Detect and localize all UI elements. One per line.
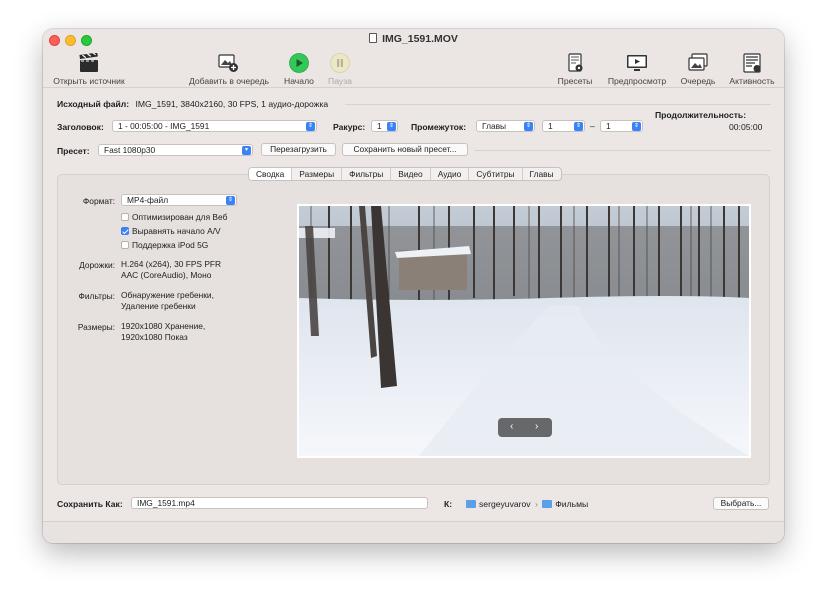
previous-frame-button[interactable]: ‹ [510, 421, 513, 432]
ipod-support-checkbox[interactable]: Поддержка iPod 5G [121, 240, 208, 250]
reload-preset-button[interactable]: Перезагрузить [261, 143, 336, 156]
tracks-value: H.264 (x264), 30 FPS PFR AAC (CoreAudio),… [121, 259, 222, 280]
preview-image: ‹ › [297, 204, 751, 458]
chevron-updown-icon: ⇕ [226, 196, 235, 205]
optimize-web-checkbox[interactable]: Оптимизирован для Веб [121, 212, 227, 222]
filters-value: Обнаружение гребенки, Удаление гребенки [121, 290, 214, 311]
save-new-preset-button[interactable]: Сохранить новый пресет... [342, 143, 468, 156]
source-label: Исходный файл: [57, 99, 130, 109]
pause-icon [329, 53, 351, 73]
titlebar: IMG_1591.MOV Открыть источник Добавить в… [43, 29, 784, 88]
start-button[interactable]: Начало [281, 53, 317, 86]
title-select[interactable]: 1 - 00:05:00 - IMG_1591 ⇕ [112, 120, 317, 132]
duration-value: 00:05:00 [729, 122, 763, 132]
divider [345, 104, 771, 105]
monitor-icon [626, 53, 648, 73]
range-type-select[interactable]: Главы ⇕ [476, 120, 535, 132]
document-icon [369, 33, 378, 43]
checkbox-box-checked [121, 227, 129, 235]
destination-path[interactable]: sergeyuvarov › Фильмы [466, 499, 588, 509]
tab-summary[interactable]: Сводка [249, 168, 293, 180]
divider [475, 150, 771, 151]
next-frame-button[interactable]: › [535, 421, 538, 432]
chevron-updown-icon: ⇕ [306, 122, 315, 131]
activity-log-icon [741, 53, 763, 73]
chevron-updown-icon: ⇕ [632, 122, 641, 131]
angle-select[interactable]: 1 ⇕ [371, 120, 398, 132]
chevron-updown-icon: ⇕ [574, 122, 583, 131]
checkbox-box [121, 213, 129, 221]
add-to-queue-icon [218, 53, 240, 73]
tab-bar: Сводка Размеры Фильтры Видео Аудио Субти… [248, 167, 562, 181]
queue-icon [687, 53, 709, 73]
tab-audio[interactable]: Аудио [431, 168, 470, 180]
destination-label: К: [444, 499, 453, 509]
range-start-select[interactable]: 1 ⇕ [542, 120, 585, 132]
format-label: Формат: [82, 196, 115, 206]
filters-label: Фильтры: [78, 291, 115, 301]
preview-button[interactable]: Предпросмотр [602, 53, 672, 86]
tab-subtitles[interactable]: Субтитры [469, 168, 523, 180]
checkbox-box [121, 241, 129, 249]
folder-icon [542, 500, 553, 508]
range-label: Промежуток: [411, 122, 467, 132]
status-bar [43, 521, 784, 543]
choose-button[interactable]: Выбрать... [713, 497, 769, 510]
preview-nav: ‹ › [498, 418, 552, 437]
range-end-select[interactable]: 1 ⇕ [600, 120, 643, 132]
pause-button[interactable]: Пауза [323, 53, 357, 86]
play-icon [288, 53, 310, 73]
tracks-label: Дорожки: [79, 260, 115, 270]
tab-chapters[interactable]: Главы [523, 168, 561, 180]
open-source-button[interactable]: Открыть источник [51, 51, 127, 86]
tab-dimensions[interactable]: Размеры [292, 168, 343, 180]
folder-icon [466, 500, 476, 508]
sizes-label: Размеры: [77, 322, 115, 332]
clapperboard-icon [78, 51, 100, 73]
presets-button[interactable]: Пресеты [553, 53, 597, 86]
save-as-label: Сохранить Как: [57, 499, 123, 509]
align-av-checkbox[interactable]: Выравнять начало A/V [121, 226, 221, 236]
filename-input[interactable]: IMG_1591.mp4 [131, 497, 428, 509]
app-window: IMG_1591.MOV Открыть источник Добавить в… [43, 29, 784, 543]
duration-label: Продолжительность: [655, 110, 747, 120]
tab-filters[interactable]: Фильтры [342, 168, 392, 180]
title-label: Заголовок: [57, 122, 104, 132]
range-dash: – [590, 121, 595, 131]
path-separator: › [534, 499, 538, 509]
preset-select[interactable]: Fast 1080p30 ▾ [98, 144, 253, 156]
source-value: IMG_1591, 3840x2160, 30 FPS, 1 аудио-дор… [135, 99, 329, 109]
activity-button[interactable]: Активность [726, 53, 778, 86]
chevron-updown-icon: ⇕ [524, 122, 533, 131]
add-to-queue-button[interactable]: Добавить в очередь [185, 53, 273, 86]
queue-button[interactable]: Очередь [677, 53, 719, 86]
chevron-updown-icon: ⇕ [387, 122, 396, 131]
source-row: Исходный файл: IMG_1591, 3840x2160, 30 F… [57, 99, 328, 109]
sizes-value: 1920x1080 Хранение, 1920x1080 Показ [121, 321, 206, 342]
tab-video[interactable]: Видео [391, 168, 431, 180]
preset-label: Пресет: [57, 146, 90, 156]
window-title: IMG_1591.MOV [43, 33, 784, 45]
chevron-down-icon: ▾ [242, 146, 251, 155]
presets-icon [564, 53, 586, 73]
angle-label: Ракурс: [333, 122, 366, 132]
format-select[interactable]: MP4-файл ⇕ [121, 194, 237, 206]
